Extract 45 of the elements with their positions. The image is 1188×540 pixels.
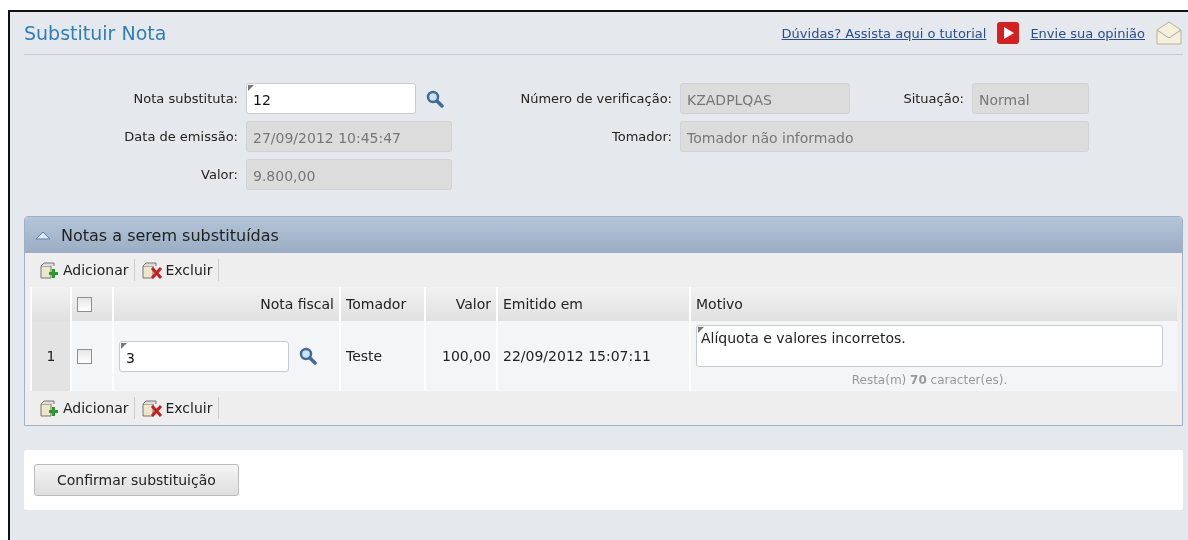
panel-title: Notas a serem substituídas (61, 225, 279, 245)
input-field: Normal (972, 83, 1089, 114)
input-field[interactable]: 3 (119, 340, 289, 372)
input-field: 9.800,00 (246, 159, 452, 190)
column-header[interactable]: Motivo (690, 287, 1177, 321)
field-label: Valor: (200, 167, 238, 182)
input-field: Tomador não informado (680, 121, 1089, 152)
column-header[interactable]: Emitido em (497, 287, 690, 321)
add-document-icon (39, 399, 61, 417)
delete-button[interactable]: Excluir (141, 259, 220, 281)
column-header[interactable]: Nota fiscal (113, 287, 340, 321)
field-label: Nota substituta: (132, 91, 238, 106)
field-label: Data de emissão: (123, 129, 238, 144)
reason-field[interactable]: Alíquota e valores incorretos. (696, 325, 1163, 367)
help-link[interactable]: Envie sua opinião (1030, 25, 1145, 41)
input-field[interactable]: 12 (246, 83, 416, 114)
collapse-icon[interactable] (35, 230, 51, 240)
field-label: Situação: (902, 91, 964, 106)
search-icon[interactable] (426, 89, 444, 108)
delete-document-icon (141, 399, 164, 417)
field-label: Número de verificação: (519, 91, 672, 106)
help-link[interactable]: Dúvidas? Assista aqui o tutorial (781, 25, 987, 41)
row-number: 1 (31, 321, 71, 391)
checkbox[interactable] (77, 297, 92, 313)
table-cell: Teste (340, 321, 425, 391)
confirm-button[interactable]: Confirmar substituição (34, 464, 239, 496)
add-document-icon (39, 261, 61, 279)
panel-header[interactable]: Notas a serem substituídas (25, 217, 1182, 253)
envelope-icon[interactable] (1155, 20, 1183, 46)
character-counter: Resta(m) 70 caracter(es). (850, 373, 1009, 387)
table-cell: 100,00 (425, 321, 497, 391)
column-header[interactable]: Valor (425, 287, 497, 321)
add-button[interactable]: Adicionar (39, 397, 136, 419)
page-title: Substituir Nota (24, 22, 167, 44)
column-header[interactable]: Tomador (340, 287, 425, 321)
table-cell: 22/09/2012 15:07:11 (497, 321, 690, 391)
delete-document-icon (141, 261, 164, 279)
play-icon[interactable] (996, 21, 1021, 45)
search-icon[interactable] (299, 347, 317, 365)
checkbox[interactable] (77, 349, 92, 365)
input-field: KZADPLQAS (680, 83, 850, 114)
input-field: 27/09/2012 10:45:47 (246, 121, 452, 152)
field-label: Tomador: (610, 129, 672, 144)
delete-button[interactable]: Excluir (141, 397, 220, 419)
add-button[interactable]: Adicionar (39, 259, 136, 281)
